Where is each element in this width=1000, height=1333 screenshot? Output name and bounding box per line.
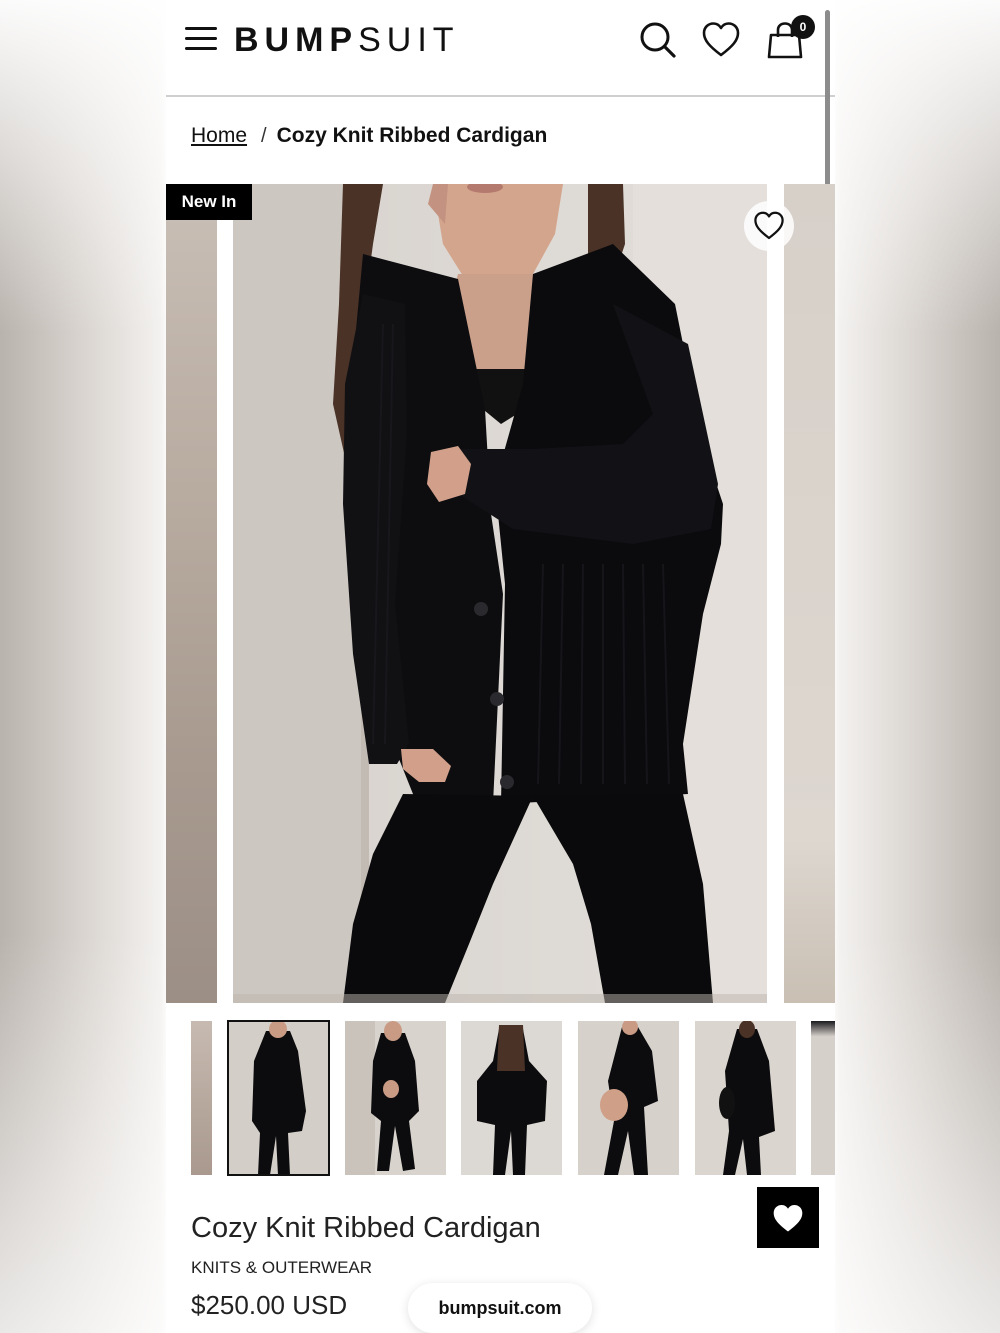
floating-wishlist-button[interactable] [757,1187,819,1248]
thumbnail-4[interactable] [578,1021,679,1175]
brand-logo[interactable]: BUMPSUIT [234,21,460,60]
product-title: Cozy Knit Ribbed Cardigan [191,1212,541,1244]
breadcrumb-home-link[interactable]: Home [191,124,247,148]
thumbnail-5[interactable] [695,1021,796,1175]
breadcrumb-separator: / [261,124,267,147]
thumbnail-1[interactable] [227,1020,330,1176]
browser-url-pill[interactable]: bumpsuit.com [408,1283,592,1333]
thumbnail-0[interactable] [191,1021,212,1175]
product-price: $250.00 USD [191,1290,348,1320]
product-category[interactable]: KNITS & OUTERWEAR [191,1258,372,1278]
thumbnail-6[interactable] [811,1021,835,1175]
thumbnail-2[interactable] [345,1021,446,1175]
thumbnail-3[interactable] [461,1021,562,1175]
mobile-page: BUMPSUIT 0 Home / Cozy Knit Ribbed Cardi… [166,0,835,1333]
product-image-carousel[interactable]: New In [166,184,835,1003]
previous-product-image[interactable] [166,184,217,1003]
hamburger-icon[interactable] [185,27,217,51]
new-in-badge: New In [166,184,252,220]
main-product-image[interactable] [233,184,767,1003]
breadcrumb: Home / Cozy Knit Ribbed Cardigan [191,124,547,148]
heart-icon [754,211,784,240]
heart-icon[interactable] [701,20,741,60]
next-product-image[interactable] [784,184,835,1003]
cart-count-badge: 0 [791,15,815,39]
breadcrumb-current: Cozy Knit Ribbed Cardigan [276,124,548,147]
thumbnail-strip [166,1019,835,1177]
site-header: BUMPSUIT 0 [166,0,835,97]
heart-filled-icon [773,1204,803,1231]
image-wishlist-button[interactable] [744,201,794,251]
search-icon[interactable] [638,20,678,60]
